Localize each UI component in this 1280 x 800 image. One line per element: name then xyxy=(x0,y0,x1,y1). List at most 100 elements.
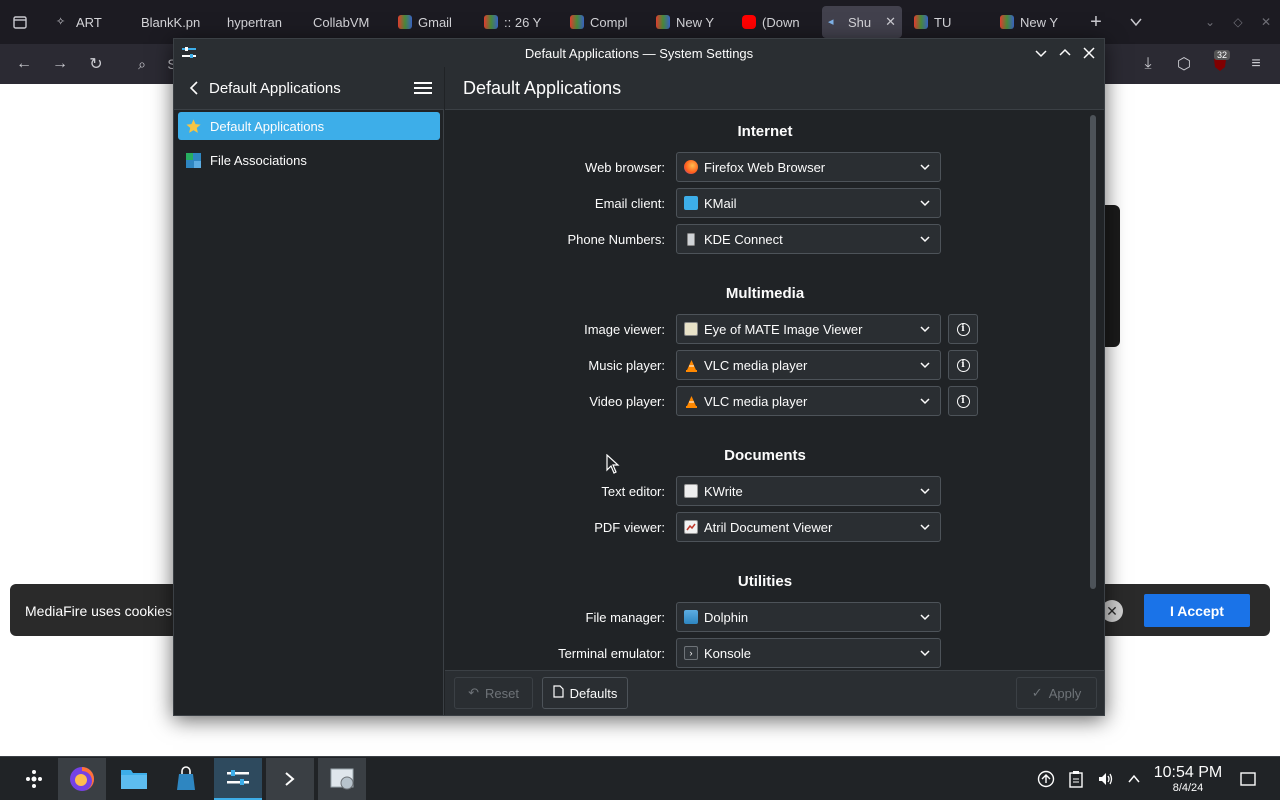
browser-tab[interactable]: :: 26 Y xyxy=(478,6,558,38)
sidebar-item-default-applications[interactable]: Default Applications xyxy=(178,112,440,140)
video-player-combobox[interactable]: VLC media player xyxy=(676,386,941,416)
image-viewer-icon[interactable] xyxy=(318,758,366,800)
back-button[interactable] xyxy=(183,77,205,99)
window-title: Default Applications — System Settings xyxy=(524,46,754,61)
close-browser-icon[interactable]: ✕ xyxy=(1254,10,1278,34)
tab-label: Compl xyxy=(590,14,628,30)
downloads-icon[interactable]: ⤓ xyxy=(1136,52,1160,76)
sidebar-item-file-associations[interactable]: File Associations xyxy=(178,146,440,174)
back-icon[interactable]: ← xyxy=(12,52,36,76)
info-icon: i xyxy=(956,358,970,372)
text-editor-combobox[interactable]: KWrite xyxy=(676,476,941,506)
chevron-down-icon xyxy=(920,398,930,405)
clipboard-icon[interactable] xyxy=(1066,769,1086,789)
terminal-emulator-value: Konsole xyxy=(704,645,751,661)
minimize-browser-icon[interactable]: ⌄ xyxy=(1198,10,1222,34)
video-player-info-button[interactable]: i xyxy=(948,386,978,416)
tab-list-icon[interactable] xyxy=(8,10,32,34)
web-browser-combobox[interactable]: Firefox Web Browser xyxy=(676,152,941,182)
menu-icon[interactable]: ≡ xyxy=(1244,52,1268,76)
clock-time[interactable]: 10:54 PM xyxy=(1150,764,1226,782)
minimize-icon[interactable] xyxy=(1031,43,1051,63)
terminal-icon[interactable] xyxy=(266,758,314,800)
settings-scroll-area[interactable]: Internet Web browser: Firefox Web Browse… xyxy=(445,110,1085,670)
chevron-down-icon xyxy=(920,488,930,495)
volume-icon[interactable] xyxy=(1096,769,1116,789)
firefox-icon xyxy=(684,160,698,174)
search-icon[interactable]: ⌕ xyxy=(130,52,154,76)
chevron-down-icon xyxy=(920,236,930,243)
chevron-down-icon xyxy=(920,650,930,657)
vlc-icon xyxy=(684,394,698,408)
image-viewer-value: Eye of MATE Image Viewer xyxy=(704,321,863,337)
browser-tab-active[interactable]: ◂ Shu ✕ xyxy=(822,6,902,38)
extensions-icon[interactable]: ⬡ xyxy=(1172,52,1196,76)
defaults-label: Defaults xyxy=(569,685,618,701)
site-favicon-icon xyxy=(656,15,670,29)
site-favicon-icon: ◂ xyxy=(828,16,834,28)
network-icon[interactable] xyxy=(1036,769,1056,789)
phone-numbers-combobox[interactable]: KDE Connect xyxy=(676,224,941,254)
close-tab-icon[interactable]: ✕ xyxy=(885,14,896,30)
music-player-value: VLC media player xyxy=(704,357,808,373)
browser-tab[interactable]: Compl xyxy=(564,6,644,38)
browser-tab[interactable]: CollabVM xyxy=(307,6,387,38)
kdeconnect-icon xyxy=(684,232,698,246)
music-player-combobox[interactable]: VLC media player xyxy=(676,350,941,380)
browser-tab[interactable]: New Y xyxy=(994,6,1074,38)
browser-tab[interactable]: BlankK.pn xyxy=(135,6,215,38)
video-player-value: VLC media player xyxy=(704,393,808,409)
hamburger-menu-icon[interactable] xyxy=(413,79,433,97)
firefox-icon[interactable] xyxy=(58,758,106,800)
terminal-emulator-combobox[interactable]: › Konsole xyxy=(676,638,941,668)
reload-icon[interactable]: ↻ xyxy=(84,52,108,76)
browser-tab[interactable]: ✧ ART xyxy=(50,6,130,38)
tab-label: New Y xyxy=(1020,14,1059,30)
image-viewer-icon xyxy=(684,322,698,336)
forward-icon[interactable]: → xyxy=(48,52,72,76)
email-client-combobox[interactable]: KMail xyxy=(676,188,941,218)
accept-cookies-button[interactable]: I Accept xyxy=(1144,594,1250,627)
email-client-value: KMail xyxy=(704,195,737,211)
close-icon[interactable] xyxy=(1079,43,1099,63)
tab-label: ART xyxy=(76,14,102,30)
tray-expand-icon[interactable] xyxy=(1124,769,1144,789)
kmail-icon xyxy=(684,196,698,210)
discover-icon[interactable] xyxy=(162,758,210,800)
app-launcher-icon[interactable] xyxy=(10,758,58,800)
browser-tab[interactable]: TU xyxy=(908,6,988,38)
system-settings-icon[interactable] xyxy=(214,758,262,800)
reset-button[interactable]: ↶ Reset xyxy=(454,677,533,709)
browser-tab[interactable]: Gmail xyxy=(392,6,472,38)
music-player-info-button[interactable]: i xyxy=(948,350,978,380)
chevron-down-icon xyxy=(920,200,930,207)
maximize-browser-icon[interactable]: ◇ xyxy=(1226,10,1250,34)
clock-date[interactable]: 8/4/24 xyxy=(1150,782,1226,794)
tab-label: :: 26 Y xyxy=(504,14,542,30)
pdf-viewer-combobox[interactable]: Atril Document Viewer xyxy=(676,512,941,542)
phone-numbers-label: Phone Numbers: xyxy=(567,232,665,247)
defaults-button[interactable]: Defaults xyxy=(542,677,628,709)
file-manager-combobox[interactable]: Dolphin xyxy=(676,602,941,632)
youtube-favicon-icon xyxy=(742,15,756,29)
sidebar-item-label: File Associations xyxy=(210,152,307,168)
browser-tab[interactable]: (Down xyxy=(736,6,816,38)
show-desktop-icon[interactable] xyxy=(1238,769,1258,789)
taskbar: 10:54 PM 8/4/24 xyxy=(0,756,1280,800)
new-tab-icon[interactable]: + xyxy=(1084,10,1108,34)
image-viewer-combobox[interactable]: Eye of MATE Image Viewer xyxy=(676,314,941,344)
dialog-footer: ↶ Reset Defaults ✓ Apply xyxy=(445,670,1104,715)
kwrite-icon xyxy=(684,484,698,498)
file-manager-icon[interactable] xyxy=(110,758,158,800)
browser-tab[interactable]: hypertran xyxy=(221,6,301,38)
browser-tab[interactable]: New Y xyxy=(650,6,730,38)
tab-label: BlankK.pn xyxy=(141,14,201,30)
maximize-icon[interactable] xyxy=(1055,43,1075,63)
konsole-icon: › xyxy=(684,646,698,660)
window-titlebar[interactable]: Default Applications — System Settings xyxy=(174,39,1104,67)
scrollbar[interactable] xyxy=(1090,115,1096,589)
tab-label: Gmail xyxy=(418,14,452,30)
image-viewer-info-button[interactable]: i xyxy=(948,314,978,344)
tab-overflow-chevron-icon[interactable] xyxy=(1124,10,1148,34)
apply-button[interactable]: ✓ Apply xyxy=(1016,677,1097,709)
